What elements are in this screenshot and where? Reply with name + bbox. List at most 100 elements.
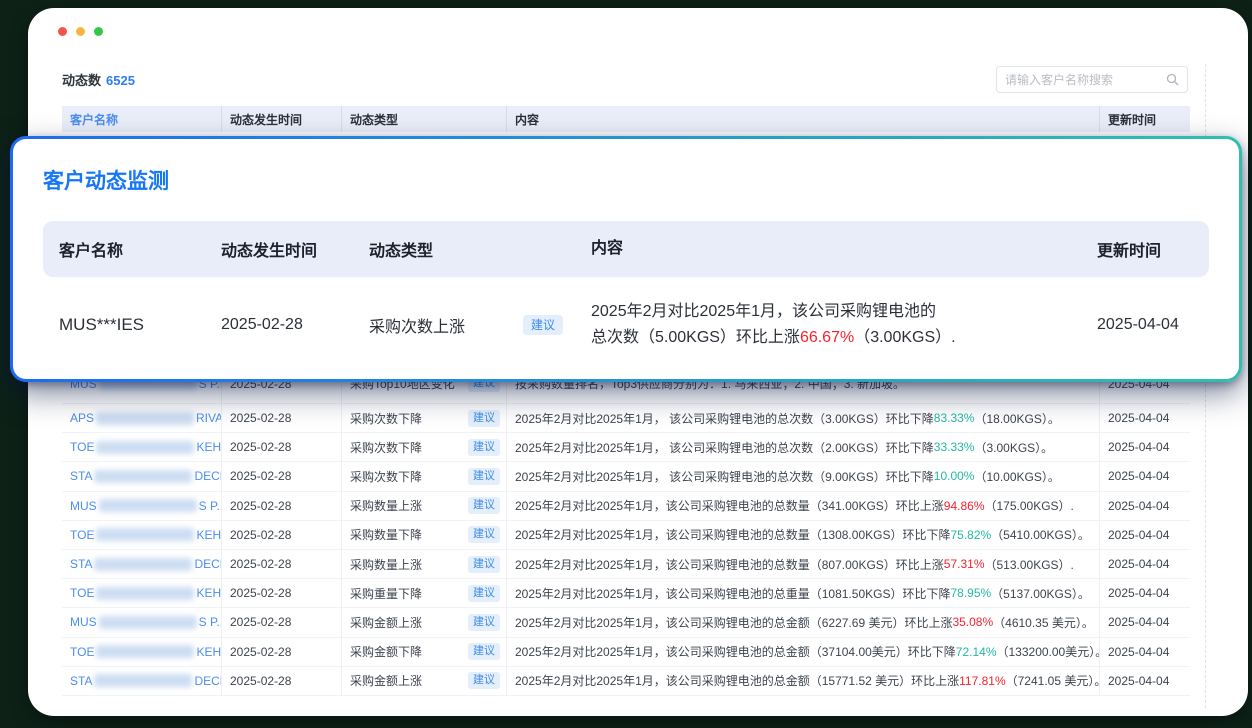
content-percent: 75.82% — [950, 528, 991, 542]
minimize-button[interactable] — [76, 27, 85, 36]
table-body: MUS S P... 2025-02-28 采购Top10地区变化 建议 按采购… — [62, 364, 1190, 696]
customer-name-prefix: STA — [70, 674, 92, 688]
overlay-update-date: 2025-04-04 — [1097, 316, 1193, 334]
event-content: 2025年2月对比2025年1月，该公司采购锂电池的总数量（807.00KGS）… — [507, 550, 1100, 578]
update-date: 2025-04-04 — [1100, 608, 1190, 636]
customer-name-prefix: TOE — [70, 528, 94, 542]
table-row: STA DECK... 2025-02-28 采购金额上涨 建议 2025年2月… — [62, 667, 1190, 696]
customer-name-link[interactable]: APS RIVAT... — [62, 404, 222, 432]
customer-name-link[interactable]: STA DECK... — [62, 667, 222, 695]
customer-name-link[interactable]: STA DECK... — [62, 462, 222, 490]
customer-name-suffix: DECK... — [194, 557, 222, 571]
content-text: 2025年2月对比2025年1月， 该公司采购锂电池的总次数（3.00KGS）环… — [515, 410, 934, 427]
content-tail: （4610.35 美元）。 — [993, 614, 1094, 631]
customer-name-suffix: KEH... — [196, 440, 222, 454]
event-type: 采购金额下降 — [350, 643, 422, 660]
col-event-type: 动态类型 — [342, 106, 507, 132]
customer-name-suffix: KEH... — [196, 645, 222, 659]
customer-name-link[interactable]: TOE KEH... — [62, 521, 222, 549]
customer-name-prefix: TOE — [70, 440, 94, 454]
dynamics-count: 动态数6525 — [62, 70, 135, 89]
content-text: 2025年2月对比2025年1月，该公司采购锂电池的总重量（1081.50KGS… — [515, 585, 950, 602]
customer-name-suffix: KEH... — [196, 528, 222, 542]
content-percent: 78.95% — [950, 586, 991, 600]
update-date: 2025-04-04 — [1100, 550, 1190, 578]
table-row: STA DECK... 2025-02-28 采购数量上涨 建议 2025年2月… — [62, 550, 1190, 579]
update-date: 2025-04-04 — [1100, 404, 1190, 432]
redacted-name-blur — [96, 412, 194, 425]
redacted-name-blur — [96, 645, 194, 658]
detail-overlay-inner: 客户动态监测 客户名称 动态发生时间 动态类型 内容 更新时间 MUS***IE… — [13, 139, 1239, 379]
content-tail: （513.00KGS）. — [985, 556, 1074, 573]
col-update-date: 更新时间 — [1100, 106, 1190, 132]
content-percent: 10.00% — [934, 469, 975, 483]
suggestion-badge: 建议 — [468, 410, 500, 427]
redacted-name-blur — [94, 470, 192, 483]
event-type-cell: 采购次数下降 建议 — [342, 433, 507, 461]
col-content: 内容 — [507, 106, 1100, 132]
customer-name-prefix: STA — [70, 557, 92, 571]
event-type: 采购金额上涨 — [350, 614, 422, 631]
table-row: MUS S P... 2025-02-28 采购数量上涨 建议 2025年2月对… — [62, 492, 1190, 521]
customer-name-prefix: MUS — [70, 615, 97, 629]
suggestion-badge: 建议 — [468, 468, 500, 485]
event-type: 采购次数下降 — [350, 439, 422, 456]
suggestion-badge: 建议 — [468, 526, 500, 543]
event-content: 2025年2月对比2025年1月，该公司采购锂电池的总金额（37104.00美元… — [507, 638, 1100, 666]
event-type-cell: 采购金额上涨 建议 — [342, 667, 507, 695]
content-tail: （7241.05 美元）。 — [1006, 672, 1100, 689]
customer-name-link[interactable]: MUS S P... — [62, 608, 222, 636]
customer-name-suffix: KEH... — [196, 586, 222, 600]
event-type: 采购次数下降 — [350, 468, 422, 485]
suggestion-badge: 建议 — [468, 439, 500, 456]
customer-name-link[interactable]: TOE KEH... — [62, 433, 222, 461]
customer-name-prefix: TOE — [70, 645, 94, 659]
col-customer-name: 客户名称 — [62, 106, 222, 132]
event-type-cell: 采购次数下降 建议 — [342, 404, 507, 432]
customer-name-suffix: RIVAT... — [196, 411, 222, 425]
customer-name-link[interactable]: TOE KEH... — [62, 579, 222, 607]
search-icon[interactable] — [1166, 73, 1179, 86]
overlay-event-content: 2025年2月对比2025年1月，该公司采购锂电池的 总次数（5.00KGS）环… — [591, 299, 1097, 351]
content-text: 2025年2月对比2025年1月， 该公司采购锂电池的总次数（9.00KGS）环… — [515, 468, 934, 485]
customer-name-link[interactable]: MUS S P... — [62, 492, 222, 520]
customer-name-suffix: S P... — [199, 615, 222, 629]
event-date: 2025-02-28 — [222, 608, 342, 636]
table-row: TOE KEH... 2025-02-28 采购重量下降 建议 2025年2月对… — [62, 579, 1190, 608]
content-percent: 35.08% — [952, 615, 993, 629]
overlay-col-event-date: 动态发生时间 — [221, 237, 369, 261]
search-input[interactable] — [1005, 73, 1166, 87]
event-type: 采购金额上涨 — [350, 672, 422, 689]
window-controls — [58, 27, 103, 36]
suggestion-badge: 建议 — [468, 497, 500, 514]
table-row: STA DECK... 2025-02-28 采购次数下降 建议 2025年2月… — [62, 462, 1190, 491]
content-percent: 72.14% — [956, 645, 997, 659]
customer-name-link[interactable]: STA DECK... — [62, 550, 222, 578]
event-type: 采购次数下降 — [350, 410, 422, 427]
customer-name-link[interactable]: TOE KEH... — [62, 638, 222, 666]
overlay-title: 客户动态监测 — [43, 165, 1209, 195]
event-content: 2025年2月对比2025年1月， 该公司采购锂电池的总次数（3.00KGS）环… — [507, 404, 1100, 432]
detail-overlay-card: 客户动态监测 客户名称 动态发生时间 动态类型 内容 更新时间 MUS***IE… — [10, 136, 1242, 382]
redacted-name-blur — [94, 674, 192, 687]
content-percent: 83.33% — [934, 411, 975, 425]
suggestion-badge: 建议 — [468, 556, 500, 573]
content-text: 2025年2月对比2025年1月，该公司采购锂电池的总金额（6227.69 美元… — [515, 614, 952, 631]
event-date: 2025-02-28 — [222, 550, 342, 578]
dynamics-count-value: 6525 — [106, 73, 135, 88]
overlay-data-row: MUS***IES 2025-02-28 采购次数上涨 建议 2025年2月对比… — [43, 277, 1209, 373]
overlay-col-customer-name: 客户名称 — [59, 237, 221, 261]
event-type: 采购数量下降 — [350, 526, 422, 543]
suggestion-badge: 建议 — [468, 643, 500, 660]
suggestion-badge: 建议 — [468, 614, 500, 631]
close-button[interactable] — [58, 27, 67, 36]
event-content: 2025年2月对比2025年1月，该公司采购锂电池的总数量（341.00KGS）… — [507, 492, 1100, 520]
zoom-button[interactable] — [94, 27, 103, 36]
overlay-event-type: 采购次数上涨 — [369, 313, 465, 337]
event-content: 2025年2月对比2025年1月， 该公司采购锂电池的总次数（9.00KGS）环… — [507, 462, 1100, 490]
event-type-cell: 采购次数下降 建议 — [342, 462, 507, 490]
event-date: 2025-02-28 — [222, 638, 342, 666]
event-content: 2025年2月对比2025年1月，该公司采购锂电池的总数量（1308.00KGS… — [507, 521, 1100, 549]
overlay-col-update-date: 更新时间 — [1097, 237, 1193, 261]
event-type-cell: 采购数量上涨 建议 — [342, 550, 507, 578]
